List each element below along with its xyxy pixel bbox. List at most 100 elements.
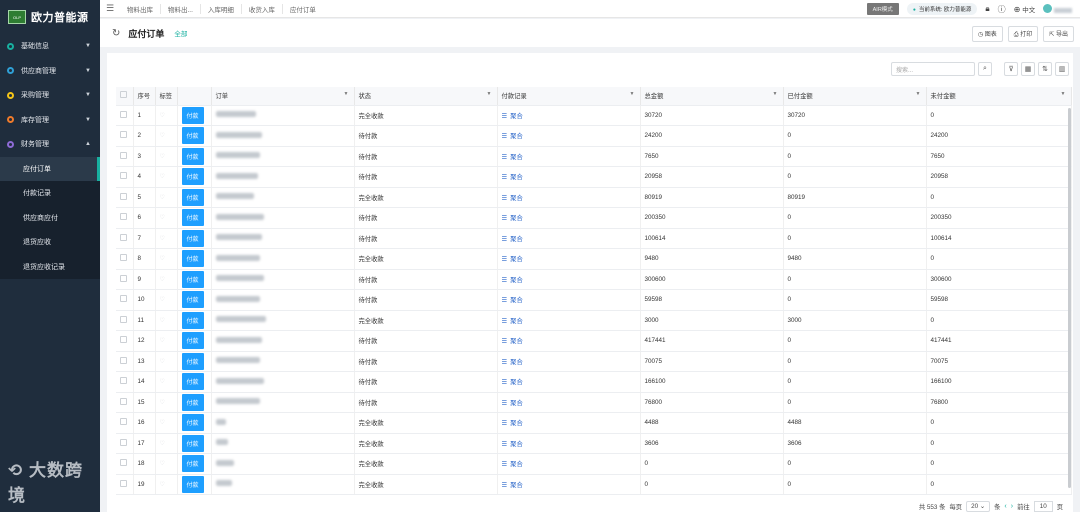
star-icon[interactable]: ♡ [160, 482, 165, 488]
sidebar-subitem[interactable]: 供应商应付 [0, 205, 100, 230]
order-cell[interactable] [211, 371, 355, 393]
order-cell[interactable] [211, 166, 355, 188]
star-icon[interactable]: ♡ [160, 379, 165, 385]
breadcrumb-tab[interactable]: 物料出... [161, 3, 201, 14]
user-menu[interactable] [1043, 3, 1072, 15]
star-icon[interactable]: ♡ [160, 359, 165, 365]
star-icon[interactable]: ♡ [160, 215, 165, 221]
row-checkbox[interactable] [120, 254, 127, 262]
star-icon[interactable]: ♡ [160, 133, 165, 139]
merge-link[interactable]: ☰ 聚合 [502, 256, 523, 263]
merge-link[interactable]: ☰ 聚合 [502, 420, 523, 427]
order-cell[interactable] [211, 310, 355, 331]
pay-button[interactable]: 付款 [181, 127, 204, 145]
table-row[interactable]: 19 ♡ 付款 完全收款 ☰ 聚合 0 0 0 [116, 474, 1072, 495]
sidebar-item[interactable]: 财务管理 ▲ [0, 132, 100, 157]
merge-link[interactable]: ☰ 聚合 [502, 379, 523, 386]
row-checkbox[interactable] [120, 418, 127, 426]
row-checkbox[interactable] [120, 233, 127, 241]
merge-link[interactable]: ☰ 聚合 [502, 482, 523, 489]
language-switch[interactable]: ⊕ 中文 [1014, 4, 1036, 14]
table-row[interactable]: 16 ♡ 付款 完全收款 ☰ 聚合 4488 4488 0 [116, 412, 1072, 434]
column-header-order[interactable]: 订单 ▼ [211, 87, 355, 106]
chevron-down-icon[interactable]: ▼ [344, 91, 349, 97]
vertical-scrollbar[interactable] [1068, 108, 1071, 488]
search-input[interactable]: 搜索... [891, 62, 975, 76]
row-checkbox[interactable] [120, 172, 127, 180]
sidebar-subitem[interactable]: 退货应收记录 [0, 254, 100, 279]
bar-chart-icon[interactable]: ▥ [1055, 62, 1069, 76]
star-icon[interactable]: ♡ [160, 420, 165, 426]
table-row[interactable]: 8 ♡ 付款 完全收款 ☰ 聚合 9480 9480 0 [116, 248, 1072, 270]
order-cell[interactable] [211, 351, 355, 372]
pay-button[interactable]: 付款 [181, 434, 204, 452]
row-checkbox[interactable] [120, 131, 127, 139]
row-checkbox[interactable] [120, 110, 127, 118]
order-cell[interactable] [211, 207, 355, 229]
star-icon[interactable]: ♡ [160, 154, 165, 160]
table-row[interactable]: 17 ♡ 付款 完全收款 ☰ 聚合 3606 3606 0 [116, 433, 1072, 454]
merge-link[interactable]: ☰ 聚合 [502, 133, 523, 140]
column-header-unpaid[interactable]: 未付金额 ▼ [926, 87, 1072, 106]
merge-link[interactable]: ☰ 聚合 [502, 174, 523, 181]
breadcrumb-tab[interactable]: 收货入库 [242, 3, 283, 14]
row-checkbox[interactable] [120, 356, 127, 364]
menu-icon[interactable]: ☰ [100, 3, 120, 14]
merge-link[interactable]: ☰ 聚合 [502, 461, 523, 468]
order-cell[interactable] [211, 289, 355, 311]
column-header-status[interactable]: 状态 ▼ [354, 87, 498, 106]
star-icon[interactable]: ♡ [160, 236, 165, 242]
page-size-select[interactable]: 20 ⌄ [966, 501, 991, 512]
table-row[interactable]: 15 ♡ 付款 待付款 ☰ 聚合 76800 0 76800 [116, 392, 1072, 413]
table-row[interactable]: 13 ♡ 付款 待付款 ☰ 聚合 70075 0 70075 [116, 351, 1072, 372]
column-header-tag[interactable]: 标签 [155, 87, 178, 106]
filter-icon[interactable]: ⊽ [1004, 62, 1018, 76]
row-checkbox[interactable] [120, 459, 127, 467]
merge-link[interactable]: ☰ 聚合 [502, 359, 523, 366]
air-mode-button[interactable]: AIR模式 [866, 3, 899, 15]
order-cell[interactable] [211, 412, 355, 434]
merge-link[interactable]: ☰ 聚合 [502, 236, 523, 243]
pay-button[interactable]: 付款 [181, 475, 204, 493]
table-row[interactable]: 18 ♡ 付款 完全收款 ☰ 聚合 0 0 0 [116, 453, 1072, 475]
order-cell[interactable] [211, 330, 355, 352]
table-row[interactable]: 1 ♡ 付款 完全收款 ☰ 聚合 30720 30720 0 [116, 105, 1072, 126]
order-cell[interactable] [211, 105, 355, 126]
order-cell[interactable] [211, 248, 355, 270]
merge-link[interactable]: ☰ 聚合 [502, 297, 523, 304]
select-all-checkbox[interactable] [120, 91, 127, 99]
star-icon[interactable]: ♡ [160, 195, 165, 201]
order-cell[interactable] [211, 392, 355, 413]
table-row[interactable]: 4 ♡ 付款 待付款 ☰ 聚合 20958 0 20958 [116, 166, 1072, 188]
order-cell[interactable] [211, 269, 355, 290]
pay-button[interactable]: 付款 [181, 168, 204, 186]
pay-button[interactable]: 付款 [181, 106, 204, 124]
star-icon[interactable]: ♡ [160, 400, 165, 406]
pay-button[interactable]: 付款 [181, 393, 204, 411]
table-row[interactable]: 3 ♡ 付款 待付款 ☰ 聚合 7650 0 7650 [116, 146, 1072, 167]
star-icon[interactable]: ♡ [160, 277, 165, 283]
star-icon[interactable]: ♡ [160, 461, 165, 467]
pay-button[interactable]: 付款 [181, 250, 204, 268]
table-row[interactable]: 14 ♡ 付款 待付款 ☰ 聚合 166100 0 166100 [116, 371, 1072, 393]
lock-icon[interactable]: 🔒︎ [985, 4, 989, 14]
pay-button[interactable]: 付款 [181, 373, 204, 391]
pay-button[interactable]: 付款 [181, 147, 204, 165]
chevron-down-icon[interactable]: ▼ [916, 91, 921, 97]
search-button[interactable]: ⌕ [978, 62, 992, 76]
row-checkbox[interactable] [120, 295, 127, 303]
pay-button[interactable]: 付款 [181, 332, 204, 350]
help-icon[interactable]: ⓘ [998, 4, 1006, 15]
row-checkbox[interactable] [120, 397, 127, 405]
star-icon[interactable]: ♡ [160, 441, 165, 447]
row-checkbox[interactable] [120, 479, 127, 487]
star-icon[interactable]: ♡ [160, 113, 165, 119]
merge-link[interactable]: ☰ 聚合 [502, 195, 523, 202]
star-icon[interactable]: ♡ [160, 297, 165, 303]
export-button[interactable]: ⇱ 导出 [1043, 26, 1074, 42]
prev-page-icon[interactable]: ‹ [1004, 503, 1006, 510]
merge-link[interactable]: ☰ 聚合 [502, 318, 523, 325]
order-cell[interactable] [211, 228, 355, 249]
sidebar-subitem[interactable]: 应付订单 [0, 156, 100, 181]
column-header-paid[interactable]: 已付金额 ▼ [783, 87, 927, 106]
